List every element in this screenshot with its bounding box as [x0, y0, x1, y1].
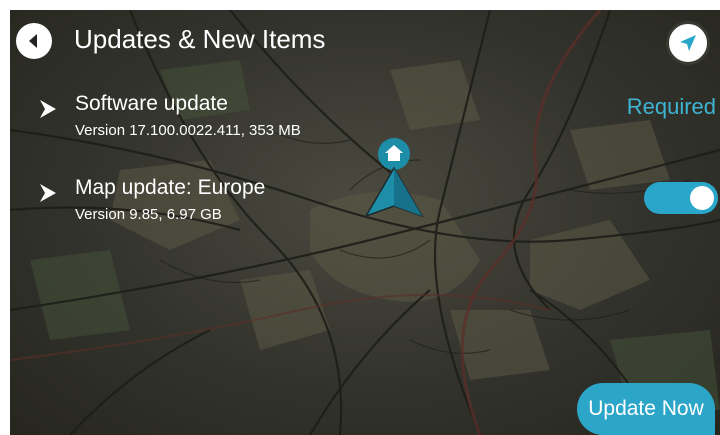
item-detail: Version 17.100.0022.411, 353 MB	[75, 122, 301, 139]
back-arrow-icon	[29, 34, 37, 48]
status-required: Required	[626, 94, 716, 119]
map-update-toggle[interactable]	[644, 182, 718, 214]
update-now-button[interactable]: Update Now	[577, 383, 715, 435]
item-name: Map update: Europe	[75, 176, 266, 199]
navigation-button[interactable]	[666, 21, 710, 65]
list-item-software-update[interactable]: Software update Version 17.100.0022.411,…	[10, 92, 720, 152]
item-detail: Version 9.85, 6.97 GB	[75, 206, 222, 223]
back-button[interactable]	[16, 23, 52, 59]
toggle-knob	[690, 186, 714, 210]
navigation-arrow-icon	[680, 35, 696, 51]
chevron-right-icon	[40, 184, 56, 202]
device-screen: Updates & New Items Software update Vers…	[10, 10, 720, 435]
page-title: Updates & New Items	[74, 24, 326, 54]
item-name: Software update	[75, 92, 228, 115]
header-bar: Updates & New Items	[10, 10, 720, 74]
list-item-map-update[interactable]: Map update: Europe Version 9.85, 6.97 GB	[10, 176, 720, 236]
chevron-right-icon	[40, 100, 56, 118]
